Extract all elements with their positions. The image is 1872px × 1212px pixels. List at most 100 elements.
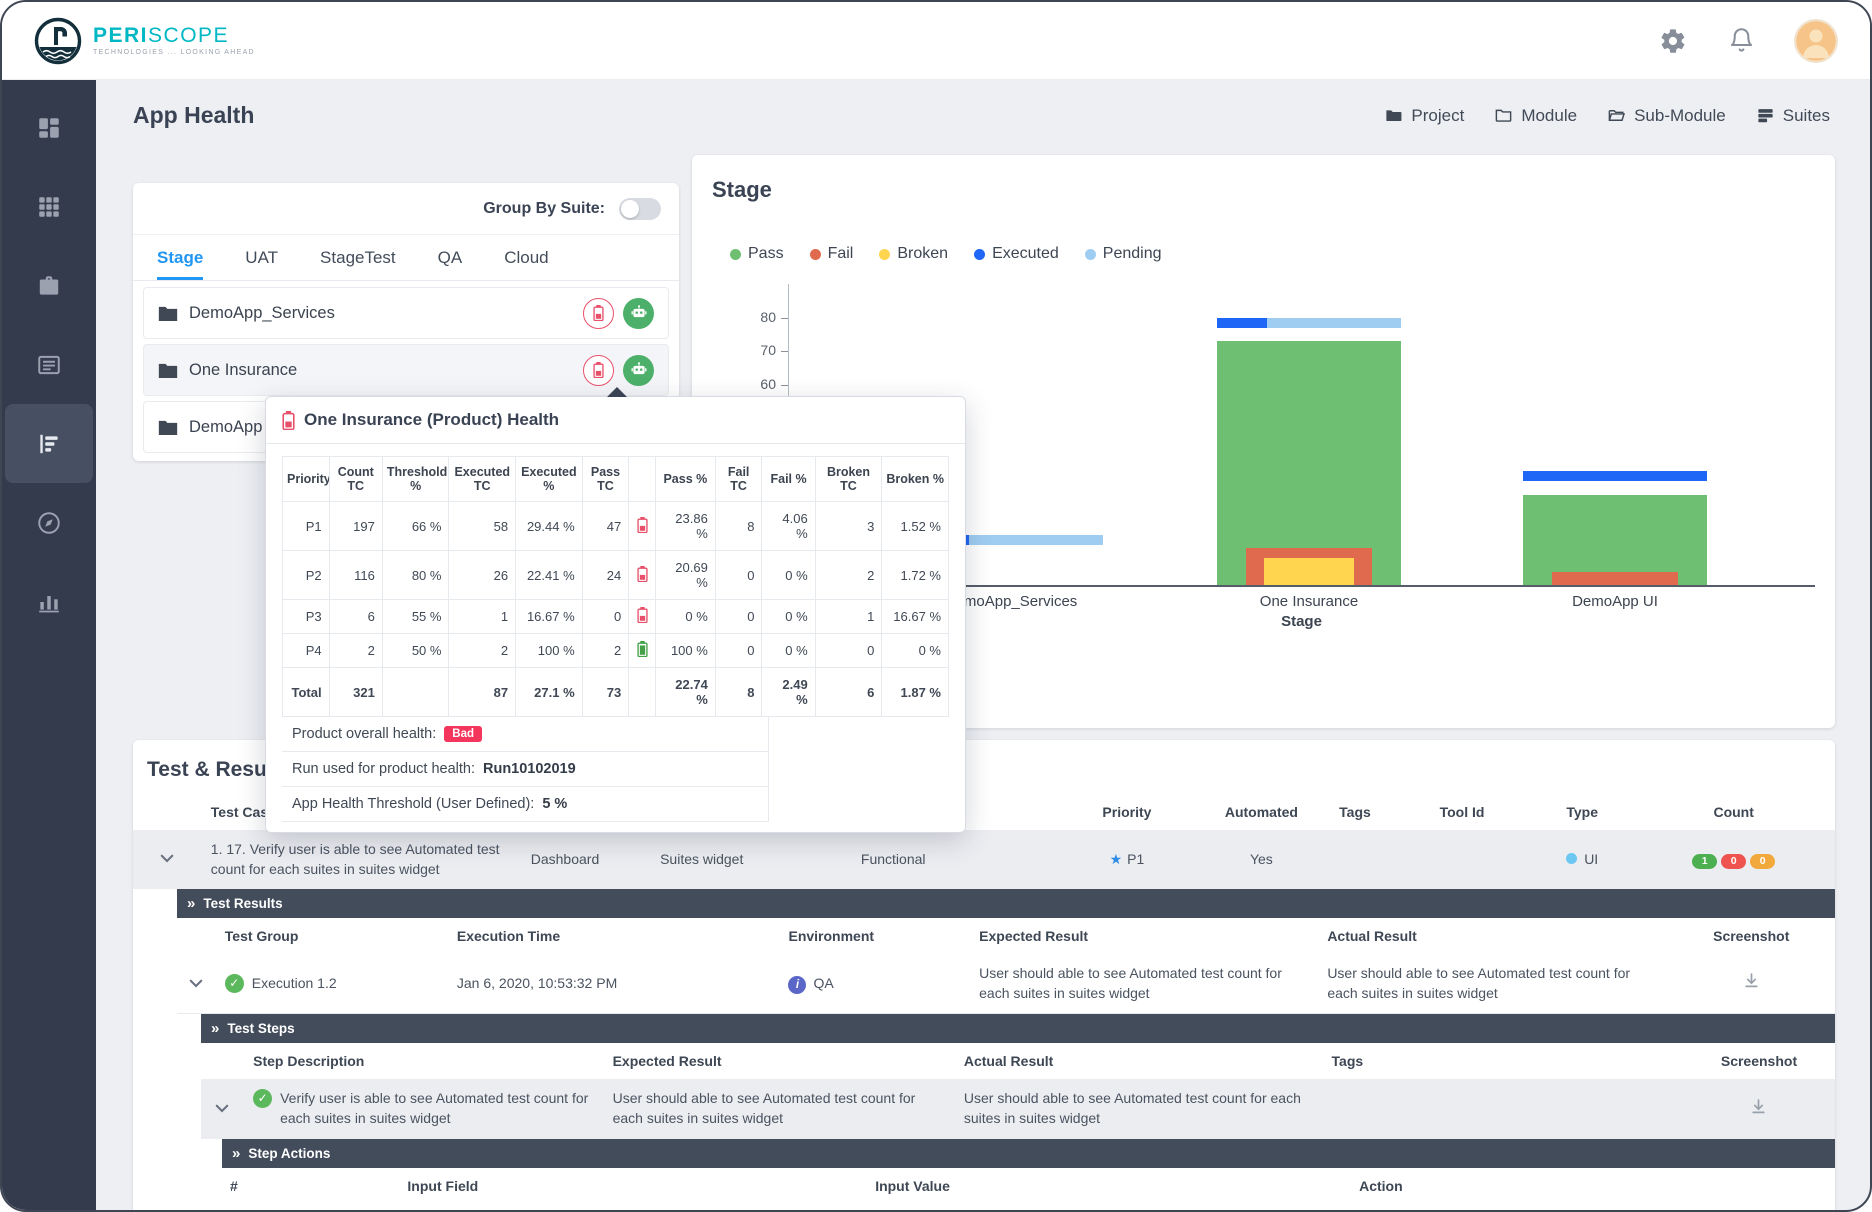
column-header: Input Value bbox=[867, 1168, 1351, 1204]
step-actions-section-bar[interactable]: »Step Actions bbox=[222, 1139, 1835, 1168]
check-circle-icon: ✓ bbox=[225, 974, 244, 993]
user-avatar[interactable] bbox=[1794, 19, 1838, 63]
test-steps-header-row: Step DescriptionExpected ResultActual Re… bbox=[201, 1043, 1835, 1079]
health-cell-executed_tc: 58 bbox=[449, 502, 516, 551]
health-cell-battery bbox=[629, 668, 656, 717]
column-header: Threshold % bbox=[382, 457, 449, 502]
brand-text: PERISCOPE TECHNOLOGIES ... LOOKING AHEAD bbox=[93, 25, 255, 56]
fail-count-badge: 0 bbox=[1721, 854, 1746, 869]
settings-gear-icon[interactable] bbox=[1658, 26, 1688, 56]
tab-stage[interactable]: Stage bbox=[157, 235, 203, 280]
tab-uat[interactable]: UAT bbox=[245, 235, 278, 280]
notifications-bell-icon[interactable] bbox=[1726, 26, 1756, 56]
breadcrumb-submodule[interactable]: Sub-Module bbox=[1607, 106, 1726, 126]
test-group-cell: ✓Execution 1.2 bbox=[217, 954, 449, 1014]
bot-run-icon[interactable] bbox=[623, 298, 654, 329]
priority-cell: ★P1 bbox=[1062, 830, 1191, 889]
tags-cell bbox=[1331, 830, 1431, 889]
actual-result-cell: User should able to see Automated test c… bbox=[1319, 954, 1667, 1014]
breadcrumb-suites[interactable]: Suites bbox=[1756, 106, 1830, 126]
download-screenshot-icon[interactable] bbox=[1750, 1098, 1767, 1115]
health-cell-broken_tc: 0 bbox=[815, 634, 882, 668]
test-steps-section-bar[interactable]: »Test Steps bbox=[201, 1014, 1835, 1043]
test-results-section: »Test Results Test GroupExecution TimeEn… bbox=[177, 889, 1835, 1203]
health-cell-executed_pct: 27.1 % bbox=[516, 668, 583, 717]
health-cell-executed_pct: 100 % bbox=[516, 634, 583, 668]
sidebar-item-explore[interactable] bbox=[5, 483, 93, 562]
folder-icon bbox=[158, 419, 178, 436]
health-table-header-row: PriorityCount TCThreshold %Executed TCEx… bbox=[283, 457, 949, 502]
suite-name-cell: Functional bbox=[853, 830, 1062, 889]
sidebar-item-reports[interactable] bbox=[5, 325, 93, 404]
check-circle-icon: ✓ bbox=[253, 1089, 272, 1108]
health-cell-broken_tc: 1 bbox=[815, 600, 882, 634]
bar-pending bbox=[1267, 318, 1401, 328]
health-cell-battery bbox=[629, 634, 656, 668]
sidebar-item-apps[interactable] bbox=[5, 167, 93, 246]
health-battery-icon[interactable] bbox=[583, 355, 614, 386]
health-cell-count: 6 bbox=[329, 600, 382, 634]
x-axis-label: DemoApp UI bbox=[1523, 593, 1707, 610]
tab-qa[interactable]: QA bbox=[438, 235, 463, 280]
y-tick bbox=[781, 351, 788, 352]
column-header: Executed TC bbox=[449, 457, 516, 502]
y-tick-label: 70 bbox=[740, 342, 776, 358]
suite-row-demoapp-services[interactable]: DemoApp_Services bbox=[143, 287, 669, 339]
column-header: Screenshot bbox=[1683, 1043, 1835, 1079]
health-table-row: P211680 %2622.41 %2420.69 %00 %21.72 % bbox=[283, 551, 949, 600]
count-cell: 100 bbox=[1632, 830, 1835, 889]
tab-cloud[interactable]: Cloud bbox=[504, 235, 548, 280]
battery-icon bbox=[637, 566, 648, 582]
suite-row-one-insurance[interactable]: One Insurance bbox=[143, 344, 669, 396]
health-cell-priority: P1 bbox=[283, 502, 330, 551]
step-actions-header-row: #Input FieldInput ValueAction bbox=[222, 1168, 1835, 1204]
newspaper-icon bbox=[36, 352, 62, 378]
bar-executed bbox=[1523, 471, 1707, 481]
expand-chevron-icon[interactable] bbox=[160, 854, 176, 863]
column-header: # bbox=[222, 1168, 399, 1204]
pass-count-badge: 1 bbox=[1692, 854, 1717, 869]
health-cell-count: 116 bbox=[329, 551, 382, 600]
column-header: Count TC bbox=[329, 457, 382, 502]
analytics-bars-icon bbox=[36, 431, 62, 457]
health-cell-priority: P4 bbox=[283, 634, 330, 668]
bot-run-icon[interactable] bbox=[623, 355, 654, 386]
breadcrumb-module[interactable]: Module bbox=[1494, 106, 1577, 126]
health-battery-icon[interactable] bbox=[583, 298, 614, 329]
tool-id-cell bbox=[1432, 830, 1532, 889]
popup-title: One Insurance (Product) Health bbox=[304, 410, 559, 430]
actual-result-cell: User should able to see Automated test c… bbox=[956, 1079, 1324, 1138]
battery-icon bbox=[637, 607, 648, 623]
health-status-badge: Bad bbox=[444, 726, 482, 742]
health-cell-executed_pct: 16.67 % bbox=[516, 600, 583, 634]
sidebar-item-charts[interactable] bbox=[5, 562, 93, 641]
tab-stagetest[interactable]: StageTest bbox=[320, 235, 396, 280]
breadcrumb: Project Module Sub-Module Suites bbox=[1384, 106, 1830, 126]
module-cell: Dashboard bbox=[523, 830, 652, 889]
sidebar-item-projects[interactable] bbox=[5, 246, 93, 325]
product-health-popup: One Insurance (Product) Health PriorityC… bbox=[265, 396, 966, 833]
download-screenshot-icon[interactable] bbox=[1743, 972, 1760, 989]
bar-broken bbox=[1264, 558, 1354, 585]
battery-icon bbox=[637, 641, 648, 657]
health-cell-pass_tc: 2 bbox=[582, 634, 629, 668]
sidebar-item-analytics-active[interactable] bbox=[5, 404, 93, 483]
group-by-suite-toggle[interactable] bbox=[619, 198, 661, 220]
breadcrumb-project[interactable]: Project bbox=[1384, 106, 1464, 126]
expand-chevron-icon[interactable] bbox=[189, 979, 205, 988]
column-header: Test Group bbox=[217, 918, 449, 954]
threshold-row: App Health Threshold (User Defined): 5 % bbox=[282, 787, 768, 822]
sidebar-item-dashboard[interactable] bbox=[5, 88, 93, 167]
column-header: Type bbox=[1532, 794, 1632, 830]
suites-stack-icon bbox=[1756, 106, 1775, 125]
test-results-section-bar[interactable]: »Test Results bbox=[177, 889, 1835, 918]
health-cell-executed_tc: 1 bbox=[449, 600, 516, 634]
overall-health-row: Product overall health: Bad bbox=[282, 717, 768, 752]
test-case-description: 1. 17. Verify user is able to see Automa… bbox=[203, 830, 523, 889]
priority-star-icon: ★ bbox=[1110, 851, 1123, 867]
expand-chevron-icon[interactable] bbox=[215, 1104, 231, 1113]
brand-name-light: SCOPE bbox=[148, 24, 229, 47]
y-tick bbox=[781, 318, 788, 319]
threshold-label: App Health Threshold (User Defined): bbox=[292, 796, 534, 812]
tags-cell bbox=[1324, 1079, 1683, 1138]
